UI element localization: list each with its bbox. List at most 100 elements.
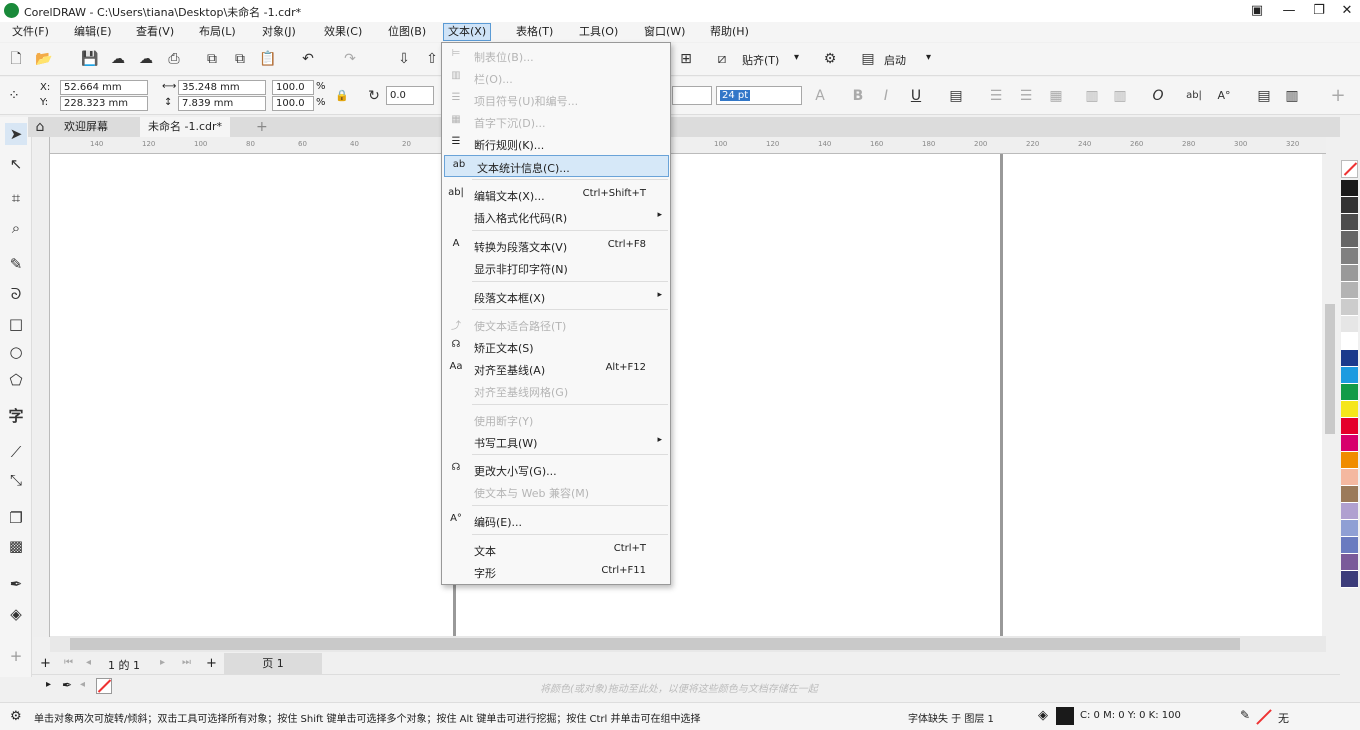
- menu-edit[interactable]: 编辑(E): [70, 23, 116, 41]
- text-menu-item[interactable]: 书写工具(W) ▸: [442, 431, 670, 453]
- restore-button[interactable]: ❐: [1306, 1, 1332, 21]
- palette-swatch[interactable]: [1341, 282, 1358, 299]
- numbered-list-icon[interactable]: ☰: [1016, 86, 1036, 106]
- horizontal-text-icon[interactable]: ▤: [1254, 86, 1274, 106]
- columns-icon[interactable]: ▥: [1110, 86, 1130, 106]
- height-field[interactable]: 7.839 mm: [178, 96, 266, 111]
- vertical-scrollbar[interactable]: [1322, 154, 1338, 636]
- outline-none-icon[interactable]: [1254, 708, 1272, 726]
- snap-to-label[interactable]: 贴齐(T): [742, 52, 779, 68]
- font-scale-icon[interactable]: A: [810, 86, 830, 106]
- palette-swatch[interactable]: [1341, 384, 1358, 401]
- text-menu-item[interactable]: A 转换为段落文本(V) Ctrl+F8: [442, 235, 670, 257]
- expand-icon[interactable]: ▸: [46, 679, 51, 690]
- gear-icon[interactable]: ⚙: [10, 709, 22, 724]
- bullet-list-icon[interactable]: ☰: [986, 86, 1006, 106]
- text-menu-item[interactable]: 显示非打印字符(N): [442, 257, 670, 279]
- palette-swatch[interactable]: [1341, 350, 1358, 367]
- palette-swatch[interactable]: [1341, 248, 1358, 265]
- eyedropper-icon[interactable]: ✒: [62, 678, 72, 692]
- polygon-tool-icon[interactable]: ⬠: [5, 369, 27, 391]
- home-icon[interactable]: ⌂: [30, 117, 50, 137]
- object-origin-icon[interactable]: ⁘: [4, 86, 24, 106]
- gear-icon[interactable]: ⚙: [820, 49, 840, 69]
- add-tool-icon[interactable]: +: [5, 645, 27, 667]
- palette-swatch[interactable]: [1341, 197, 1358, 214]
- palette-swatch[interactable]: [1341, 537, 1358, 554]
- palette-swatch[interactable]: [1341, 333, 1358, 350]
- rotation-field[interactable]: 0.0: [386, 86, 434, 105]
- edit-text-icon[interactable]: ab|: [1184, 86, 1204, 106]
- add-icon[interactable]: +: [1328, 86, 1348, 106]
- scale-x-field[interactable]: 100.0: [272, 80, 314, 95]
- snap-icon[interactable]: ⧄: [712, 49, 732, 69]
- cut-icon[interactable]: ⧉: [202, 49, 222, 69]
- horizontal-ruler[interactable]: 1401201008060402002040608010012014016018…: [50, 137, 1326, 154]
- vertical-scroll-thumb[interactable]: [1325, 304, 1335, 434]
- last-page-icon[interactable]: ⏭: [182, 657, 191, 668]
- palette-swatch[interactable]: [1341, 299, 1358, 316]
- add-page-icon[interactable]: +: [40, 656, 51, 671]
- paste-icon[interactable]: 📋: [258, 49, 278, 69]
- first-page-icon[interactable]: ⏮: [64, 657, 73, 668]
- tab-untitled-document[interactable]: 未命名 -1.cdr*: [140, 117, 231, 137]
- crop-tool-icon[interactable]: ⌗: [5, 187, 27, 209]
- text-menu-item[interactable]: ☊ 更改大小写(G)...: [442, 459, 670, 481]
- grid-icon[interactable]: ⊞: [676, 49, 696, 69]
- vertical-ruler[interactable]: [33, 137, 50, 637]
- ellipse-tool-icon[interactable]: ○: [5, 341, 27, 363]
- text-menu-item[interactable]: ☰ 断行规则(K)...: [442, 133, 670, 155]
- menu-window[interactable]: 窗口(W): [640, 23, 689, 41]
- palette-swatch[interactable]: [1341, 214, 1358, 231]
- menu-view[interactable]: 查看(V): [132, 23, 178, 41]
- text-menu-item[interactable]: 文本 Ctrl+T: [442, 539, 670, 561]
- drop-shadow-icon[interactable]: ❐: [5, 507, 27, 529]
- palette-swatch[interactable]: [1341, 469, 1358, 486]
- menu-help[interactable]: 帮助(H): [706, 23, 753, 41]
- parallel-dimension-icon[interactable]: ⟋: [5, 441, 27, 463]
- dropcap-icon[interactable]: ▦: [1046, 86, 1066, 106]
- palette-swatch[interactable]: [1341, 503, 1358, 520]
- horizontal-scrollbar[interactable]: [50, 636, 1326, 652]
- next-page-icon[interactable]: ▸: [160, 657, 165, 668]
- print-icon[interactable]: ⎙: [164, 49, 184, 69]
- menu-tools[interactable]: 工具(O): [575, 23, 622, 41]
- menu-file[interactable]: 文件(F): [8, 23, 53, 41]
- chevron-left-icon[interactable]: ◂: [80, 679, 85, 690]
- copy-icon[interactable]: ⧉: [230, 49, 250, 69]
- menu-text[interactable]: 文本(X): [443, 23, 492, 41]
- palette-swatch[interactable]: [1341, 486, 1358, 503]
- palette-swatch[interactable]: [1341, 520, 1358, 537]
- text-menu-item[interactable]: Aa 对齐至基线(A) Alt+F12: [442, 358, 670, 380]
- font-size-field[interactable]: 24 pt: [716, 86, 802, 105]
- scale-y-field[interactable]: 100.0: [272, 96, 314, 111]
- add-page-end-icon[interactable]: +: [206, 656, 217, 671]
- x-position-field[interactable]: 52.664 mm: [60, 80, 148, 95]
- import-icon[interactable]: ⇩: [394, 49, 414, 69]
- lock-ratio-icon[interactable]: 🔒: [332, 86, 352, 106]
- page-tab[interactable]: 页 1: [224, 653, 322, 674]
- width-field[interactable]: 35.248 mm: [178, 80, 266, 95]
- new-tab-icon[interactable]: +: [248, 117, 276, 137]
- chevron-down-icon[interactable]: ▾: [926, 52, 931, 63]
- new-document-icon[interactable]: 🗋: [6, 49, 26, 69]
- text-menu-item[interactable]: 字形 Ctrl+F11: [442, 561, 670, 583]
- launch-label[interactable]: 启动: [884, 52, 906, 68]
- vertical-text-icon[interactable]: ▥: [1282, 86, 1302, 106]
- redo-icon[interactable]: ↷: [340, 49, 360, 69]
- cloud-download-icon[interactable]: ☁: [136, 49, 156, 69]
- palette-swatch[interactable]: [1341, 418, 1358, 435]
- transparency-icon[interactable]: ▩: [5, 535, 27, 557]
- rectangle-tool-icon[interactable]: □: [5, 313, 27, 335]
- text-menu-item[interactable]: A° 编码(E)...: [442, 510, 670, 532]
- palette-swatch[interactable]: [1341, 571, 1358, 588]
- palette-swatch[interactable]: [1341, 265, 1358, 282]
- italic-icon[interactable]: I: [876, 86, 896, 106]
- text-menu-item[interactable]: 插入格式化代码(R) ▸: [442, 206, 670, 228]
- horizontal-scroll-thumb[interactable]: [70, 638, 1240, 650]
- text-properties-icon[interactable]: O: [1148, 86, 1168, 106]
- launch-icon[interactable]: ▤: [858, 49, 878, 69]
- text-menu-item[interactable]: ab 文本统计信息(C)...: [444, 155, 669, 177]
- font-name-dropdown[interactable]: [672, 86, 712, 105]
- cloud-upload-icon[interactable]: ☁: [108, 49, 128, 69]
